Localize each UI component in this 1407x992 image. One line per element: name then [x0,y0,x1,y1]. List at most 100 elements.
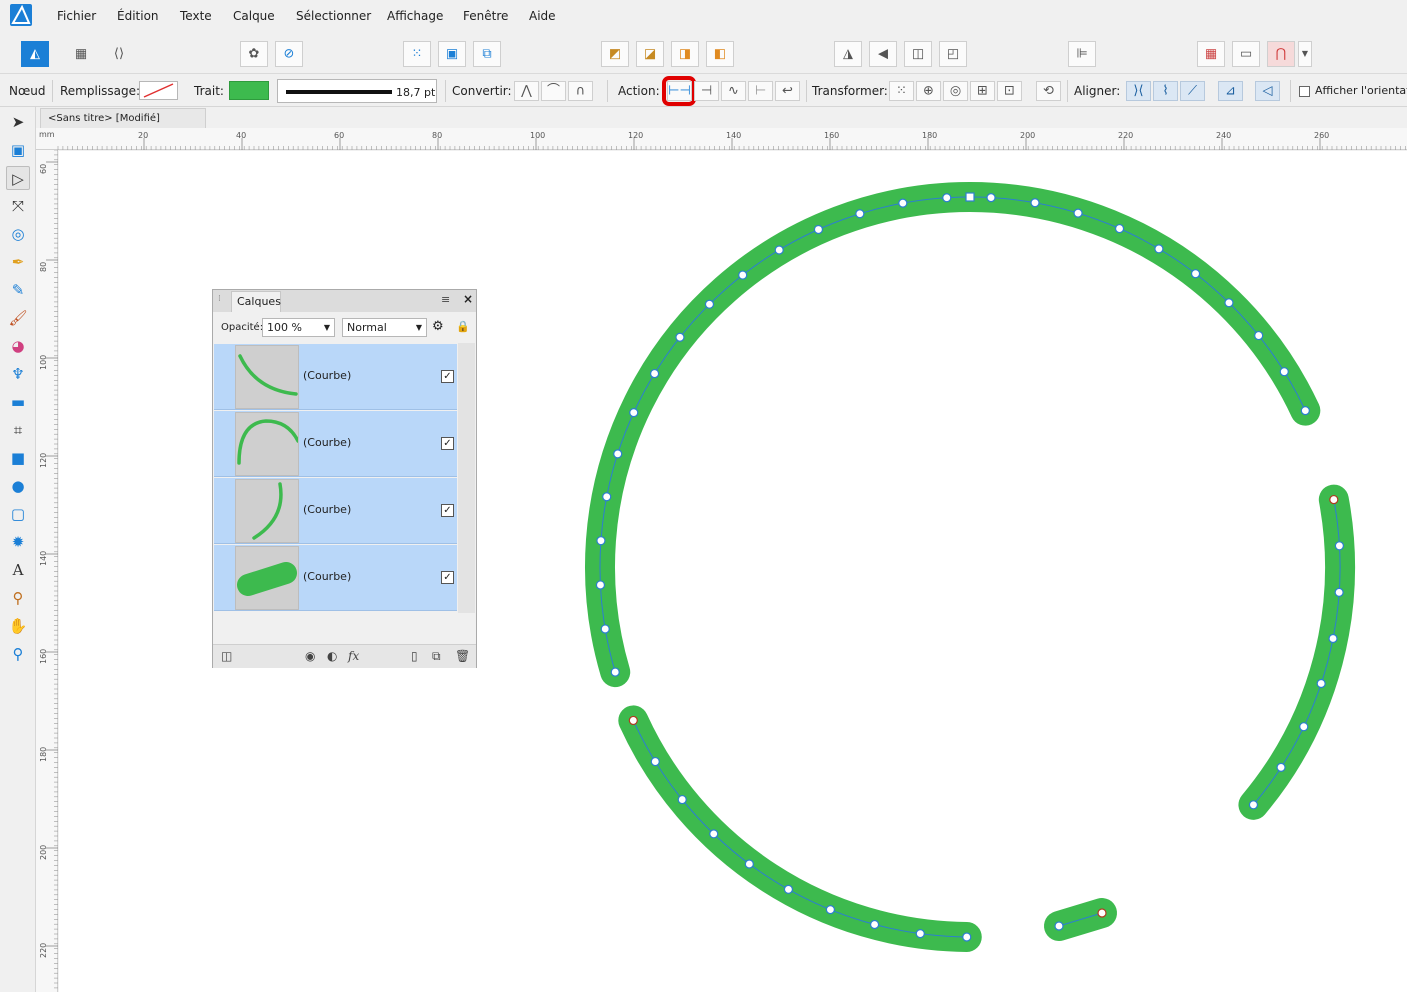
pencil-tool-icon[interactable]: ✎ [6,278,30,302]
align-nodes-h-button[interactable]: ⟩⟨ [1126,81,1151,101]
transform-center-button[interactable]: ⊕ [916,81,941,101]
snapping-magnet-button[interactable]: ⋂ [1267,41,1295,67]
trash-icon[interactable]: 🗑 [455,649,470,663]
snapping-dropdown[interactable]: ▼ [1298,41,1312,67]
layer-visibility-checkbox[interactable]: ✓ [441,571,454,584]
path-node[interactable] [600,624,610,634]
path-node[interactable] [1276,762,1286,772]
pen-tool-icon[interactable]: ✒ [6,250,30,274]
fill-tool-icon[interactable]: ◕ [6,334,30,358]
transform-scale-button[interactable]: ⊞ [970,81,995,101]
arrange-forward-button[interactable]: ◪ [636,41,664,67]
menu-edition[interactable]: Édition [117,9,159,23]
flip-vertical-button[interactable]: ◀ [869,41,897,67]
add-layer-icon[interactable]: ▯ [411,649,418,663]
reverse-curves-button[interactable]: ↩ [775,81,800,101]
path-node[interactable] [629,408,639,418]
path-node[interactable] [986,192,996,203]
path-node[interactable] [855,209,865,219]
crop-tool-icon[interactable]: ⌗ [6,418,30,442]
align-nodes-v-button[interactable]: ⌇ [1153,81,1178,101]
lock-icon[interactable]: 🔒 [456,320,470,333]
path-node[interactable] [1190,269,1201,279]
adjustment-icon[interactable]: ◐ [327,649,337,663]
close-icon[interactable]: × [463,292,473,306]
path-node[interactable] [1279,367,1289,377]
layer-row[interactable]: (Courbe) ✓ [214,344,457,410]
curve-right[interactable] [1238,484,1355,820]
path-node[interactable] [675,332,685,342]
path-node[interactable] [1248,800,1259,810]
path-node[interactable] [1316,678,1326,689]
convert-smart-button[interactable]: ∩ [568,81,593,101]
node-tool-icon[interactable]: ▷ [6,166,30,190]
path-node[interactable] [596,536,606,546]
gear-icon[interactable]: ⚙ [432,319,444,334]
path-node[interactable] [1030,198,1040,208]
path-node[interactable] [1054,921,1064,931]
rotate-left-button[interactable]: ◫ [904,41,932,67]
shapes-gear-tool-icon[interactable]: ✹ [6,530,30,554]
convert-smooth-button[interactable]: ⌒ [541,81,566,101]
contour-tool-icon[interactable]: ◎ [6,222,30,246]
layer-row[interactable]: (Courbe) ✓ [214,411,457,477]
menu-selectionner[interactable]: Sélectionner [296,9,371,23]
transparency-tool-icon[interactable]: ♆ [6,362,30,386]
ellipse-tool-icon[interactable]: ● [6,474,30,498]
path-node[interactable] [709,829,719,839]
artboard-tool-icon[interactable]: ▣ [6,138,30,162]
path-node[interactable] [613,449,623,459]
path-node[interactable] [1299,722,1309,732]
path-node[interactable] [1114,223,1125,234]
curve-short-segment[interactable] [1044,898,1117,941]
snapping-options-button[interactable]: ▭ [1232,41,1260,67]
rounded-rectangle-tool-icon[interactable]: ▢ [6,502,30,526]
path-node[interactable] [1334,541,1344,551]
layer-row[interactable]: (Courbe) ✓ [214,478,457,544]
path-node[interactable] [1154,244,1164,254]
path-node[interactable] [610,667,620,677]
layers-stack-icon[interactable]: ◫ [221,649,232,663]
path-node[interactable] [1073,208,1083,218]
align-node-tangent-button[interactable]: ⊿ [1218,81,1243,101]
path-node[interactable] [783,884,794,894]
path-node[interactable] [649,368,660,379]
opacity-dropdown[interactable]: 100 % ▼ [262,318,335,337]
move-tool-icon[interactable]: ➤ [6,110,30,134]
add-group-icon[interactable]: ⧉ [432,649,441,664]
export-persona-button[interactable]: ⟨⟩ [105,41,133,67]
pixel-persona-button[interactable]: ▦ [67,41,95,67]
path-node[interactable] [595,580,606,590]
path-node[interactable] [628,715,638,726]
layer-row[interactable]: (Courbe) ✓ [214,545,457,611]
layer-visibility-checkbox[interactable]: ✓ [441,504,454,517]
zoom-tool-icon[interactable]: ⚲ [6,642,30,666]
path-node[interactable] [825,905,835,915]
path-node[interactable] [869,919,880,930]
transform-box-button[interactable]: ⁙ [889,81,914,101]
snap-frame-button[interactable]: ⁙ [403,41,431,67]
selected-node[interactable] [965,192,975,202]
layer-visibility-checkbox[interactable]: ✓ [441,370,454,383]
path-node[interactable] [1224,298,1234,308]
path-node[interactable] [1254,330,1264,341]
path-node[interactable] [1329,494,1339,505]
path-node[interactable] [915,929,925,939]
mask-icon[interactable]: ◉ [305,649,315,663]
path-node[interactable] [1328,633,1338,644]
path-node[interactable] [677,794,687,805]
curve-bottom-left[interactable] [618,705,982,952]
align-node-handle-button[interactable]: ◁ [1255,81,1280,101]
path-node[interactable] [898,198,908,208]
snap-box-button[interactable]: ▣ [438,41,466,67]
transform-reset-button[interactable]: ⊡ [997,81,1022,101]
path-node[interactable] [1300,406,1310,416]
show-orientation-checkbox[interactable] [1299,86,1310,97]
grip-icon[interactable]: ⁞ [218,294,221,304]
arrange-backward-button[interactable]: ◨ [671,41,699,67]
path-node[interactable] [813,224,824,235]
fill-swatch[interactable] [139,81,178,100]
smooth-curve-button[interactable]: ∿ [721,81,746,101]
close-curve-button[interactable]: ⊣ [694,81,719,101]
transform-rotate-button[interactable]: ◎ [943,81,968,101]
